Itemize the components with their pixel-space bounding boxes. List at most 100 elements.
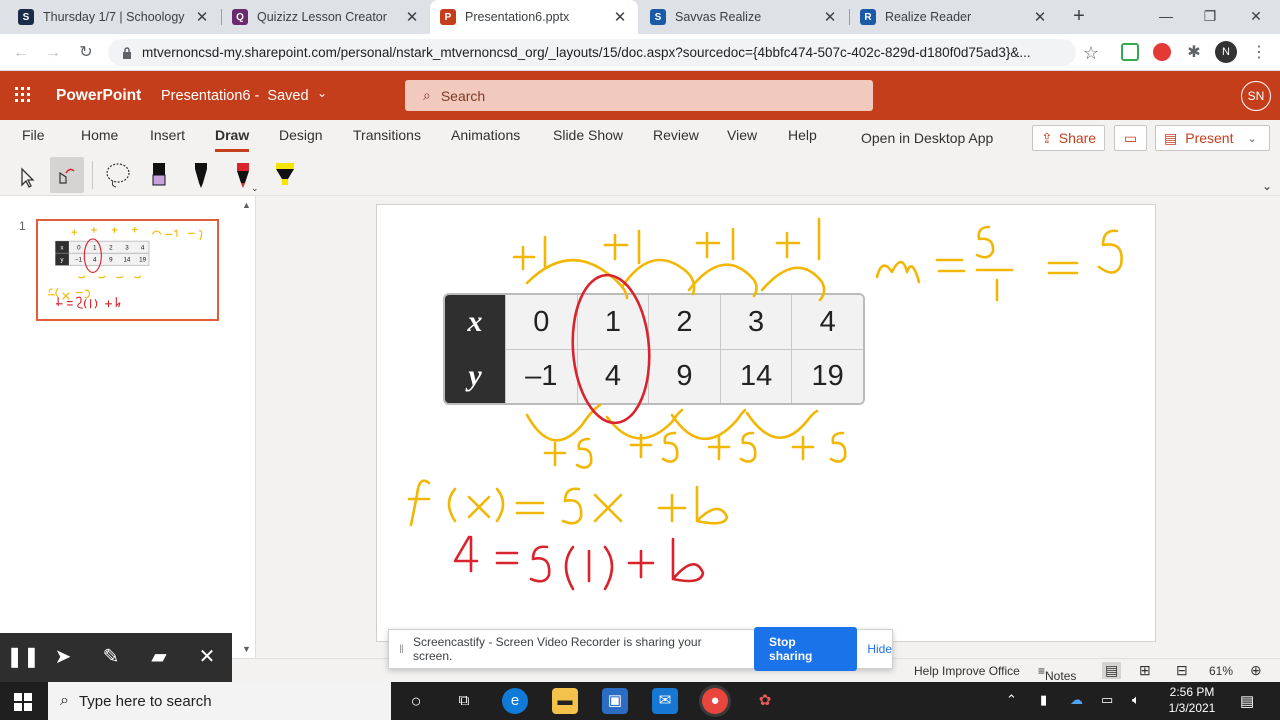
reload-icon[interactable]: ↻ [75,42,97,64]
lock-icon [123,46,131,59]
screencastify-extension-icon[interactable] [1153,43,1171,61]
store-icon[interactable]: ▣ [602,688,628,714]
eraser-icon[interactable] [142,157,176,193]
close-icon[interactable]: ✕ [194,8,210,26]
bookmark-star-icon[interactable]: ☆ [1080,42,1102,64]
browser-tab-quizizz[interactable]: Q Quizizz Lesson Creator ✕ [222,0,430,34]
close-icon[interactable]: ✕ [612,8,628,26]
taskbar-search-input[interactable]: ⌕ Type here to search [48,682,391,720]
mail-icon[interactable]: ✉ [652,688,678,714]
restore-button[interactable]: ❐ [1190,4,1230,28]
puzzle-icon[interactable]: ✱ [1183,42,1205,64]
browser-tab-schoology[interactable]: S Thursday 1/7 | Schoology ✕ [8,0,220,34]
thumbnail-scrollbar[interactable]: ▲ ▼ [239,196,255,658]
hide-button[interactable]: Hide [867,642,892,656]
forward-icon[interactable]: → [42,42,64,64]
app-launcher-icon[interactable] [15,87,31,103]
chevron-down-icon: ⌄ [1247,132,1257,145]
window-close-button[interactable]: ✕ [1236,4,1276,28]
cortana-icon[interactable]: ○ [403,688,429,714]
document-title[interactable]: Presentation6 - Saved [161,88,309,104]
profile-avatar[interactable]: N [1215,41,1237,63]
tab-title: Savvas Realize [675,10,762,24]
task-view-icon[interactable]: ⧉ [451,688,477,714]
extension-icon[interactable] [1121,43,1139,61]
highlighter-icon[interactable] [268,157,302,193]
comment-icon: ▭ [1123,129,1138,146]
browser-tab-savvas[interactable]: S Savvas Realize ✕ [640,0,848,34]
help-improve-office[interactable]: Help Improve Office [914,664,1020,678]
tray-chevron-up-icon[interactable]: ⌃ [1006,692,1017,708]
scroll-down-icon[interactable]: ▼ [242,644,251,654]
open-in-desktop-app-button[interactable]: Open in Desktop App [861,130,993,146]
select-cursor-icon[interactable] [12,157,46,193]
battery-icon[interactable]: ▭ [1101,692,1113,708]
onedrive-icon[interactable]: ☁ [1070,692,1083,708]
tab-insert[interactable]: Insert [150,127,185,143]
svg-text:19: 19 [139,257,146,264]
tab-draw[interactable]: Draw [215,127,250,152]
lasso-select-icon[interactable] [101,157,135,193]
tab-transitions[interactable]: Transitions [353,127,421,143]
normal-view-icon[interactable]: ▤ [1102,662,1122,679]
pen-icon[interactable]: ✎ [88,633,134,682]
chevron-down-icon[interactable]: ⌄ [317,86,327,100]
comments-button[interactable]: ▭ [1114,125,1147,151]
present-button[interactable]: ▤ Present ⌄ [1155,125,1270,151]
tab-help[interactable]: Help [788,127,817,143]
screencastify-app-icon[interactable]: ✿ [752,688,778,714]
tab-file[interactable]: File [22,127,45,143]
edge-icon[interactable]: e [502,688,528,714]
tab-slide-show[interactable]: Slide Show [553,127,623,143]
tab-view[interactable]: View [727,127,757,143]
system-clock[interactable]: 2:56 PM 1/3/2021 [1160,684,1224,716]
drag-handle-icon[interactable]: ‖ [399,642,413,656]
fit-to-window-icon[interactable]: ⊕ [1250,662,1262,679]
app-name[interactable]: PowerPoint [56,87,141,105]
svg-text:4: 4 [141,245,145,252]
tab-animations[interactable]: Animations [451,127,520,143]
cursor-icon[interactable]: ➤ [40,633,86,682]
windows-start-icon[interactable] [14,693,32,711]
slide-thumbnail[interactable]: xy 01234 −1 4 9 14 19 [36,219,219,321]
user-avatar[interactable]: SN [1241,81,1271,111]
ink-to-shape-tool[interactable] [50,157,84,193]
chrome-icon[interactable]: ● [702,688,728,714]
browser-tab-realize-reader[interactable]: R Realize Reader ✕ [850,0,1058,34]
new-tab-button[interactable]: + [1068,5,1090,27]
minimize-button[interactable]: — [1146,4,1186,28]
reading-view-icon[interactable]: ⊟ [1176,662,1188,679]
zoom-level[interactable]: 61% [1209,664,1233,678]
tab-title: Thursday 1/7 | Schoology [43,10,185,24]
eraser-icon[interactable]: ▰ [136,633,182,682]
microphone-icon[interactable]: ▮ [1040,692,1047,708]
tab-review[interactable]: Review [653,127,699,143]
sharing-message: Screencastify - Screen Video Recorder is… [412,635,702,663]
close-icon[interactable]: ✕ [1032,8,1048,26]
menu-kebab-icon[interactable]: ⋮ [1248,42,1270,64]
slide-thumbnail-pane: 1 xy 01234 −1 4 9 14 19 ▲ ▼ [0,196,256,658]
tab-design[interactable]: Design [279,127,323,143]
search-input[interactable]: ⌕ Search [405,80,873,111]
tab-home[interactable]: Home [81,127,118,143]
browser-tab-presentation[interactable]: P Presentation6.pptx ✕ [430,0,638,34]
notification-icon[interactable]: ▤ [1240,692,1254,710]
slide-canvas[interactable]: x 0 1 2 3 4 y –1 4 9 14 19 [376,204,1156,642]
close-icon[interactable]: ✕ [184,633,230,682]
close-icon[interactable]: ✕ [404,8,420,26]
close-icon[interactable]: ✕ [822,8,838,26]
red-pen-icon[interactable]: ⌄ [226,157,260,193]
clock-time: 2:56 PM [1169,685,1215,699]
chevron-down-icon[interactable]: ⌄ [1262,179,1272,193]
black-pen-icon[interactable] [184,157,218,193]
back-icon[interactable]: ← [10,42,32,64]
slide-sorter-icon[interactable]: ⊞ [1139,662,1151,679]
stop-sharing-button[interactable]: Stop sharing [754,627,858,671]
url-field[interactable]: mtvernoncsd-my.sharepoint.com/personal/n… [108,39,1076,66]
scroll-up-icon[interactable]: ▲ [242,200,251,210]
file-explorer-icon[interactable]: ▬ [552,688,578,714]
share-button[interactable]: ⇪ Share [1032,125,1105,151]
svg-text:3: 3 [125,245,129,252]
notes-button[interactable]: ≡ Notes [1038,664,1076,683]
volume-icon[interactable]: 🔈︎ [1132,692,1140,708]
